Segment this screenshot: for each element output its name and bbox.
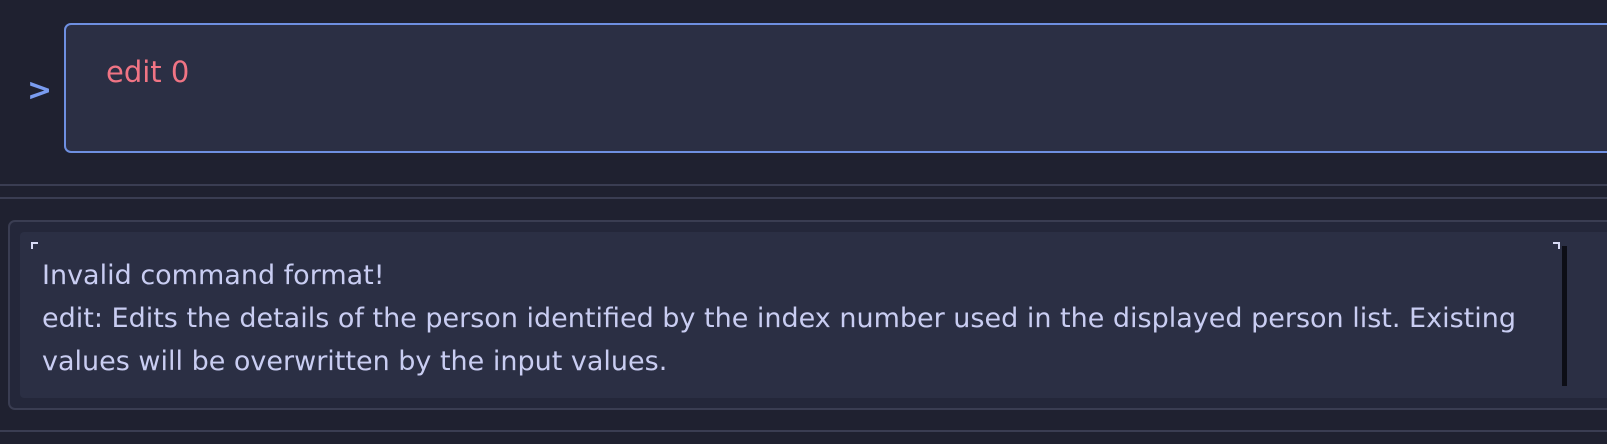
result-error-title: Invalid command format! bbox=[42, 260, 385, 291]
divider bbox=[0, 197, 1607, 199]
command-prompt-symbol: > bbox=[27, 73, 53, 108]
divider bbox=[0, 184, 1607, 186]
result-message: Invalid command format! edit: Edits the … bbox=[42, 254, 1552, 383]
command-box[interactable] bbox=[64, 23, 1607, 153]
corner-marker-icon bbox=[31, 242, 38, 249]
corner-marker-icon bbox=[1553, 242, 1560, 249]
result-scrollbar[interactable] bbox=[1562, 246, 1567, 386]
result-usage-text: edit: Edits the details of the person id… bbox=[42, 303, 1525, 377]
command-input[interactable] bbox=[106, 55, 1506, 89]
app-window: > Invalid command format! edit: Edits th… bbox=[0, 0, 1607, 444]
divider bbox=[0, 430, 1607, 432]
